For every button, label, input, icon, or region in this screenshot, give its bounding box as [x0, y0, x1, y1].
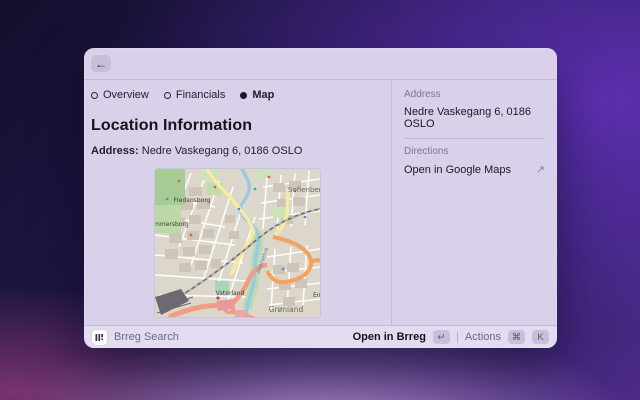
circle-outline-icon [91, 92, 98, 99]
directions-link[interactable]: Open in Google Maps ↗ [404, 163, 545, 176]
action-bar: Brreg Search Open in Brreg ↵ Actions ⌘ K [84, 325, 557, 348]
cmd-key-badge[interactable]: ⌘ [508, 330, 525, 344]
map-label-vaterland: Vaterland [215, 290, 244, 297]
map-label-fredensborg: Fredensborg [173, 197, 210, 204]
back-button[interactable]: ← [91, 55, 111, 72]
tab-map[interactable]: Map [240, 89, 274, 101]
sidebar-address-label: Address [404, 89, 545, 100]
enter-key-badge[interactable]: ↵ [433, 330, 450, 344]
brreg-bars-icon [94, 332, 105, 343]
metadata-panel: Address Nedre Vaskegang 6, 0186 OSLO Dir… [391, 80, 557, 325]
footer-divider [457, 332, 458, 343]
tab-financials[interactable]: Financials [164, 89, 226, 101]
circle-filled-icon [240, 92, 247, 99]
tab-label: Financials [176, 89, 226, 101]
arrow-up-right-icon: ↗ [536, 163, 545, 176]
circle-outline-icon [164, 92, 171, 99]
sidebar-directions-label: Directions [404, 146, 545, 157]
address-line: Address: Nedre Vaskegang 6, 0186 OSLO [91, 145, 383, 157]
window-content: Overview Financials Map Location Informa… [84, 80, 557, 325]
actions-button[interactable]: Actions [465, 331, 501, 343]
tab-label: Overview [103, 89, 149, 101]
app-name: Brreg Search [114, 331, 179, 343]
tab-overview[interactable]: Overview [91, 89, 149, 101]
map-svg: Fredensborg mmersborg Sofienberg Vaterla… [155, 169, 320, 317]
tab-bar: Overview Financials Map [91, 89, 383, 101]
primary-action-label[interactable]: Open in Brreg [353, 331, 426, 343]
window-header: ← [84, 48, 557, 80]
map-label-east: En [313, 292, 320, 299]
map-label-sofienberg: Sofienberg [288, 186, 320, 194]
sidebar-separator [404, 138, 545, 139]
address-value: Nedre Vaskegang 6, 0186 OSLO [142, 145, 303, 157]
tab-label: Map [252, 89, 274, 101]
map-label-hammersborg: mmersborg [155, 221, 189, 228]
page-title: Location Information [91, 117, 383, 135]
directions-value: Open in Google Maps [404, 164, 511, 176]
address-label: Address: [91, 145, 139, 157]
map-image: Fredensborg mmersborg Sofienberg Vaterla… [155, 169, 320, 317]
sidebar-address-value: Nedre Vaskegang 6, 0186 OSLO [404, 106, 545, 130]
map-label-gronland: Grønland [268, 305, 303, 314]
k-key-badge[interactable]: K [532, 330, 549, 344]
launcher-window: ← Overview Financials Map Location Infor… [84, 48, 557, 348]
arrow-left-icon: ← [95, 58, 107, 70]
brreg-app-icon [92, 330, 107, 345]
main-panel: Overview Financials Map Location Informa… [84, 80, 391, 325]
